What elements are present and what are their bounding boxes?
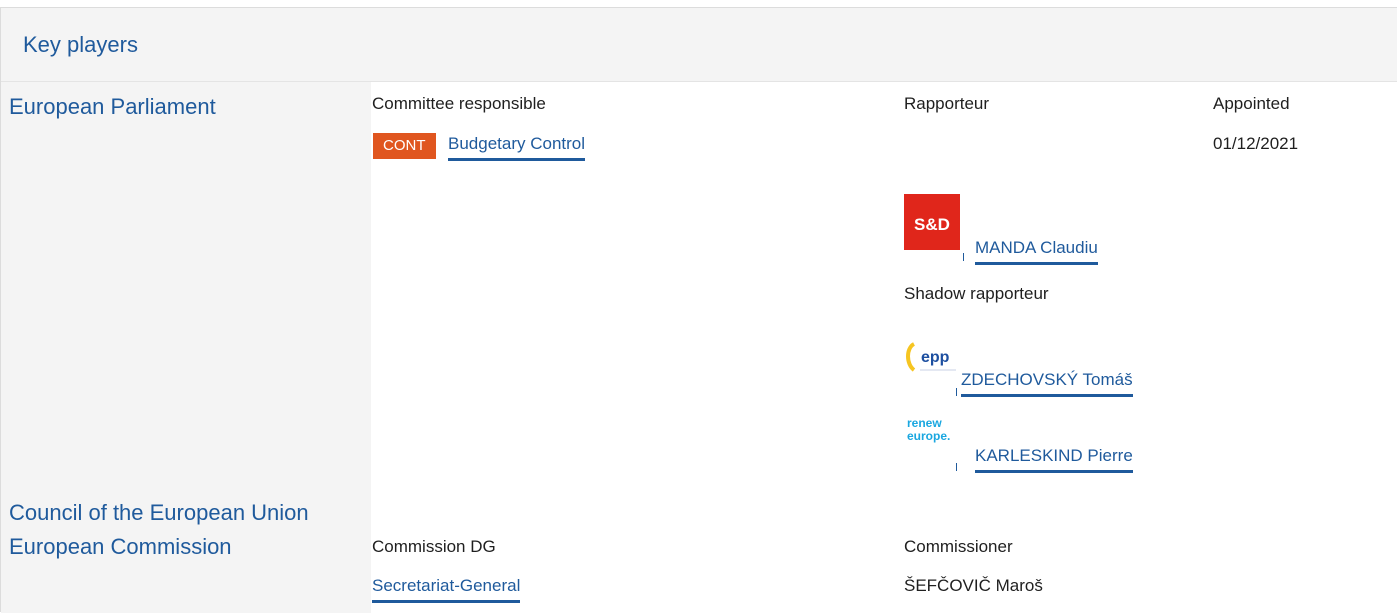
sd-group-logo: S&D <box>904 194 960 250</box>
epp-logo-icon: epp <box>904 338 960 386</box>
key-players-body: European Parliament Council of the Europ… <box>1 82 1397 613</box>
svg-text:renew: renew <box>907 416 942 430</box>
logo-link-tick <box>956 388 957 396</box>
committee-responsible-header: Committee responsible <box>372 94 546 113</box>
panel-title: Key players <box>23 32 138 57</box>
svg-text:europe.: europe. <box>907 429 950 443</box>
institution-european-commission[interactable]: European Commission <box>9 534 232 560</box>
rapporteur-header: Rapporteur <box>904 94 990 113</box>
commissioner-name: ŠEFČOVIČ Maroš <box>904 576 1043 595</box>
commissioner-header: Commissioner <box>904 537 1013 556</box>
rapporteur-link[interactable]: MANDA Claudiu <box>975 238 1098 265</box>
institutions-column: European Parliament Council of the Europ… <box>1 82 371 613</box>
shadow-rapporteur-link-zdechovsky[interactable]: ZDECHOVSKÝ Tomáš <box>961 370 1133 397</box>
institution-european-parliament[interactable]: European Parliament <box>9 94 216 120</box>
commission-dg-link[interactable]: Secretariat-General <box>372 576 521 603</box>
key-players-panel: Key players European Parliament Council … <box>0 7 1397 613</box>
renew-group-logo: renew europe. <box>904 411 960 455</box>
sd-logo-icon: S&D <box>904 194 960 250</box>
epp-group-logo: epp <box>904 338 960 386</box>
committee-badge: CONT <box>373 133 436 159</box>
committee-link-budgetary-control[interactable]: Budgetary Control <box>448 134 586 161</box>
renew-logo-icon: renew europe. <box>904 411 960 455</box>
svg-text:epp: epp <box>921 349 950 366</box>
svg-text:S&D: S&D <box>914 215 950 234</box>
shadow-rapporteur-header: Shadow rapporteur <box>904 284 1049 303</box>
logo-link-tick <box>956 463 957 471</box>
commission-dg-header: Commission DG <box>372 537 496 556</box>
appointed-header: Appointed <box>1213 94 1290 113</box>
appointed-date: 01/12/2021 <box>1213 134 1299 153</box>
panel-header: Key players <box>1 8 1397 82</box>
logo-link-tick <box>963 253 964 261</box>
institution-council[interactable]: Council of the European Union <box>9 500 309 526</box>
shadow-rapporteur-link-karleskind[interactable]: KARLESKIND Pierre <box>975 446 1133 473</box>
